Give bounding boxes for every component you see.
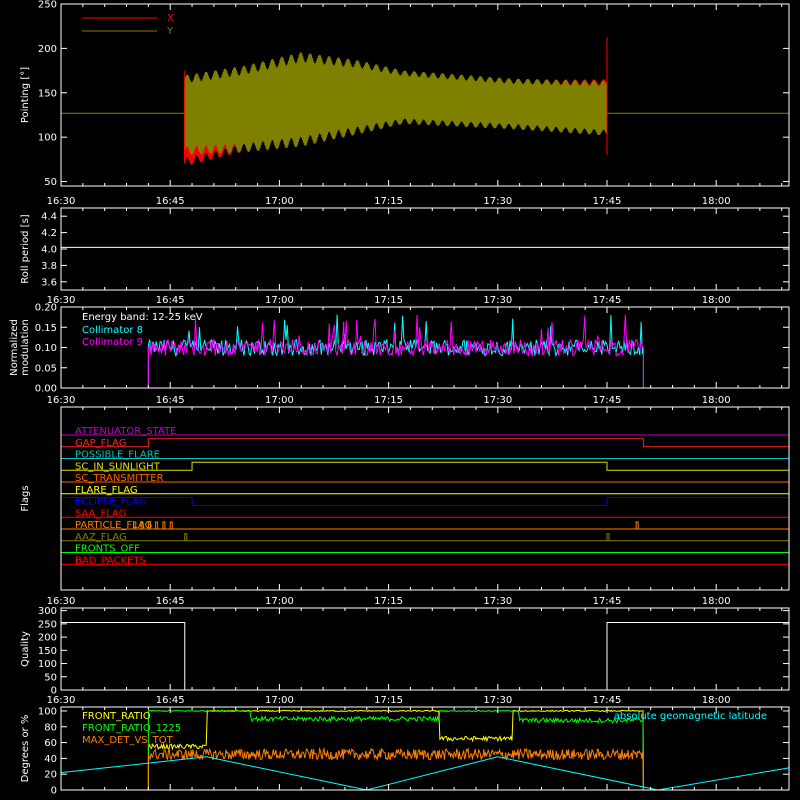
modulation-ylabel-2: modulation <box>20 319 31 376</box>
flags-xtick-label: 17:00 <box>265 596 294 607</box>
pointing-xtick-label: 18:00 <box>702 196 731 207</box>
pointing-ytick-label: 150 <box>38 88 57 99</box>
roll-period-xtick-label: 17:00 <box>265 295 294 306</box>
roll-period-xtick-label: 17:45 <box>593 295 622 306</box>
ratios-ylabel: Degrees or % <box>20 715 31 783</box>
quality-ytick-label: 100 <box>38 659 57 670</box>
modulation-xtick-label: 16:45 <box>156 395 185 406</box>
ratios-annotation: absolute geomagnetic latitude <box>614 711 767 722</box>
modulation-xtick-label: 17:45 <box>593 395 622 406</box>
quality-ytick-label: 300 <box>38 606 57 617</box>
ratios-1-legend-label: FRONT_RATIO_1225 <box>82 723 181 734</box>
flag-label-6: ECLIPSE_FLAG <box>75 497 146 508</box>
quality-ytick-label: 50 <box>44 672 57 683</box>
flags-xtick-label: 16:45 <box>156 596 185 607</box>
flags-ylabel: Flags <box>20 485 31 511</box>
quality-ytick-label: 200 <box>38 633 57 644</box>
modulation-ytick-label: 0.00 <box>35 384 57 395</box>
pointing-ylabel: Pointing [°] <box>20 67 31 123</box>
pointing-Y-legend-label: Y <box>166 26 174 37</box>
ratios-2-legend-label: MAX_DET_VS_TOT <box>82 735 174 746</box>
pointing-xtick-label: 17:45 <box>593 196 622 207</box>
quality-xtick-label: 16:45 <box>156 695 185 706</box>
modulation-0-legend-label: Collimator 8 <box>82 325 143 336</box>
flags-xtick-label: 17:15 <box>374 596 403 607</box>
pointing-xtick-label: 16:30 <box>47 196 76 207</box>
modulation-ylabel-1: Normalized <box>9 319 20 376</box>
roll-period-ytick-label: 4.2 <box>41 228 57 239</box>
flags-xtick-label: 18:00 <box>702 596 731 607</box>
ratios-ytick-label: 0 <box>51 786 57 797</box>
ratios-ytick-label: 20 <box>44 770 57 781</box>
ratios-ytick-label: 80 <box>44 722 57 733</box>
quality-xtick-label: 17:00 <box>265 695 294 706</box>
pointing-ytick-label: 100 <box>38 133 57 144</box>
modulation-xtick-label: 17:00 <box>265 395 294 406</box>
pointing-ytick-label: 50 <box>44 177 57 188</box>
modulation-xtick-label: 17:30 <box>483 395 512 406</box>
roll-period-xtick-label: 17:15 <box>374 295 403 306</box>
pointing-ytick-label: 200 <box>38 44 57 55</box>
roll-period-ylabel: Roll period [s] <box>20 214 31 283</box>
modulation-annotation: Energy band: 12-25 keV <box>82 312 203 323</box>
quality-ytick-label: 250 <box>38 619 57 630</box>
modulation-xtick-label: 18:00 <box>702 395 731 406</box>
flags-xtick-label: 17:30 <box>483 596 512 607</box>
quality-xtick-label: 17:30 <box>483 695 512 706</box>
quality-xtick-label: 17:15 <box>374 695 403 706</box>
ratios-ytick-label: 100 <box>38 706 57 717</box>
pointing-xtick-label: 17:00 <box>265 196 294 207</box>
ratios-0-legend-label: FRONT_RATIO <box>82 711 151 722</box>
pointing-X-legend-label: X <box>167 13 174 24</box>
modulation-xtick-label: 17:15 <box>374 395 403 406</box>
modulation-ytick-label: 0.10 <box>35 343 57 354</box>
roll-period-ytick-label: 3.6 <box>41 277 57 288</box>
quality-ylabel: Quality <box>20 631 31 667</box>
modulation-xtick-label: 16:30 <box>47 395 76 406</box>
ratios-ytick-label: 40 <box>44 754 57 765</box>
figure: XY50100150200250Pointing [°]16:30 16:45 17… <box>0 0 800 800</box>
roll-period-ytick-label: 4.4 <box>41 212 57 223</box>
pointing-xtick-label: 16:45 <box>156 196 185 207</box>
roll-period-xtick-label: 17:30 <box>483 295 512 306</box>
roll-period-ytick-label: 3.8 <box>41 261 57 272</box>
quality-xtick-label: 16:30 <box>47 695 76 706</box>
pointing-ytick-label: 250 <box>38 0 57 11</box>
modulation-ytick-label: 0.20 <box>35 303 57 314</box>
modulation-ytick-label: 0.15 <box>35 323 57 334</box>
quality-xtick-label: 18:00 <box>702 695 731 706</box>
ratios-ytick-label: 60 <box>44 738 57 749</box>
modulation-ytick-label: 0.05 <box>35 363 57 374</box>
quality-xtick-label: 17:45 <box>593 695 622 706</box>
flags-xtick-label: 17:45 <box>593 596 622 607</box>
modulation-1-legend-label: Collimator 9 <box>82 337 143 348</box>
pointing-xtick-label: 17:15 <box>374 196 403 207</box>
roll-period-xtick-label: 18:00 <box>702 295 731 306</box>
pointing-xtick-label: 17:30 <box>483 196 512 207</box>
quality-ytick-label: 150 <box>38 646 57 657</box>
roll-period-ytick-label: 4.0 <box>41 245 57 256</box>
roll-period-xtick-label: 16:45 <box>156 295 185 306</box>
